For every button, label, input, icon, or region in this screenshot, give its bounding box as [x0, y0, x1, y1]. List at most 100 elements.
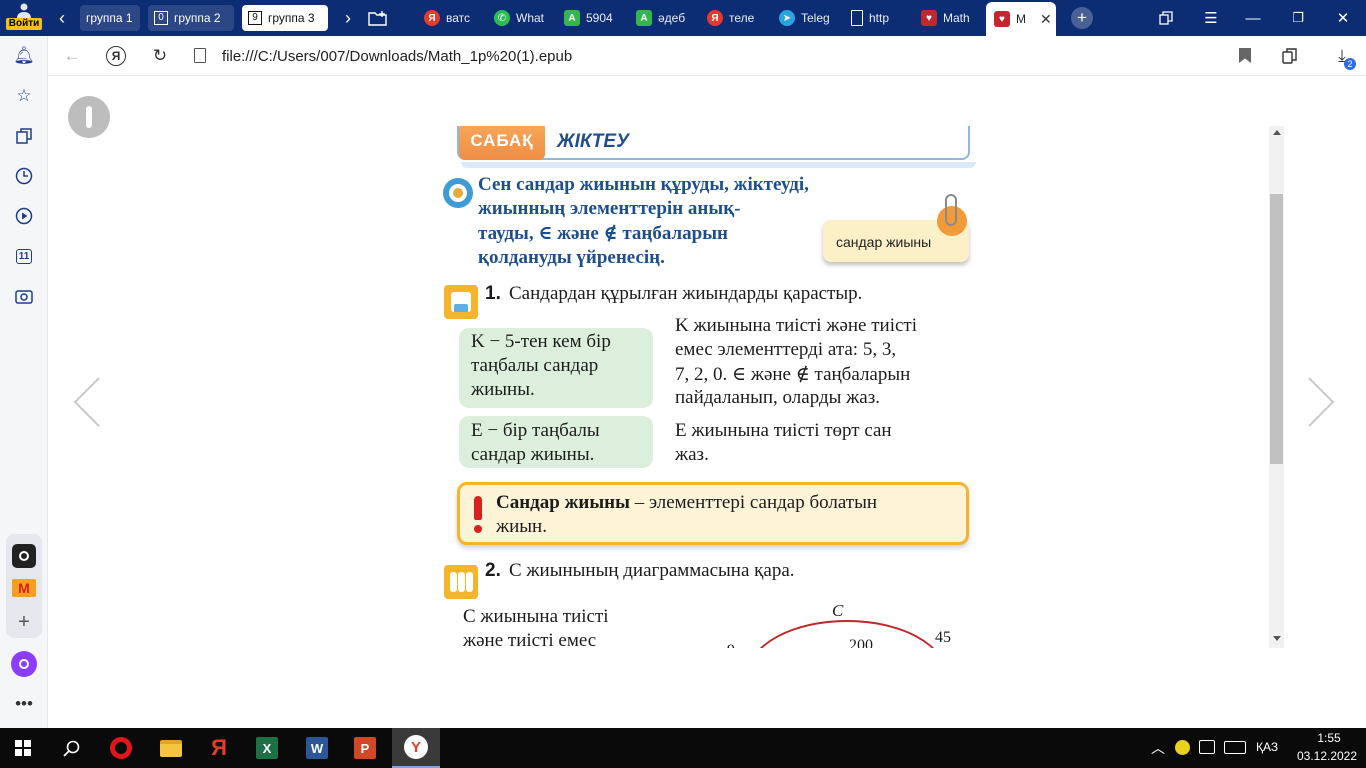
yandex-app-icon: Я	[211, 735, 227, 760]
back-button[interactable]: ←	[58, 42, 86, 70]
target-icon	[443, 178, 473, 208]
tab-5[interactable]: Ятеле	[701, 0, 771, 36]
book-page: САБАҚ ЖІКТЕУ Сен сандар жиынын құруды, ж…	[357, 126, 1017, 648]
diagram-value-9: 9	[727, 642, 735, 648]
a-icon: A	[564, 10, 580, 26]
tab-label: әдеб	[658, 11, 686, 25]
start-button[interactable]	[0, 728, 46, 768]
tabs-menu-button[interactable]	[1143, 0, 1189, 36]
objective-line-3: тауды, ∈ және ∉ таңбаларын	[478, 223, 729, 244]
powerpoint-app[interactable]: P	[342, 728, 388, 768]
word-app[interactable]: W	[294, 728, 340, 768]
excel-app[interactable]: X	[244, 728, 290, 768]
paperclip-icon	[945, 194, 957, 226]
video-play-icon[interactable]	[10, 202, 38, 230]
scroll-thumb[interactable]	[1270, 194, 1283, 464]
reader-menu-button[interactable]	[68, 96, 110, 138]
close-tab-icon[interactable]: ✕	[1040, 11, 1052, 28]
yandex-button[interactable]: Я	[102, 42, 130, 70]
definition-line-1: Сандар жиыны – элементтері сандар болаты…	[496, 492, 877, 514]
tab-label: теле	[729, 11, 755, 25]
groups-back-button[interactable]: ‹	[44, 0, 80, 36]
tabs-icon	[1159, 11, 1173, 25]
diagram-value-200: 200	[849, 637, 873, 648]
search-button[interactable]	[48, 728, 94, 768]
tab-label: 5904	[586, 11, 613, 25]
book-icon: ♥	[921, 10, 937, 26]
scroll-up-arrow[interactable]	[1273, 130, 1281, 135]
tab-group-3[interactable]: 9 группа 3	[242, 5, 328, 31]
windows-logo-icon	[15, 740, 31, 756]
reader-icon	[444, 285, 478, 319]
login-button[interactable]: Войти	[4, 2, 44, 34]
alice-app-icon[interactable]	[10, 542, 38, 570]
k-task-line-3: 7, 2, 0. ∈ және ∉ таңбаларын	[675, 364, 911, 385]
file-explorer-app[interactable]	[148, 728, 194, 768]
add-app-icon[interactable]: +	[10, 608, 38, 636]
task-2-left-line-1: C жиынына тиісті	[463, 606, 609, 627]
opera-app[interactable]	[98, 728, 144, 768]
notifications-icon[interactable]: 🔔︎	[10, 42, 38, 70]
downloads-button[interactable]: ⤓ 2	[1328, 42, 1356, 70]
tray-chevron-icon[interactable]: ︿	[1151, 738, 1165, 758]
close-window-button[interactable]: ✕	[1320, 0, 1366, 36]
screenshot-camera-icon[interactable]	[10, 282, 38, 310]
clock-date[interactable]: 03.12.2022	[1290, 749, 1364, 763]
bookmark-icon[interactable]	[1239, 48, 1251, 63]
tab-group-2[interactable]: 0 группа 2	[148, 5, 234, 31]
calendar-icon[interactable]: 11	[10, 242, 38, 270]
menu-button[interactable]: ☰	[1188, 0, 1234, 36]
collections-sidebar-icon[interactable]	[10, 122, 38, 150]
word-icon: W	[306, 737, 328, 759]
close-icon: ✕	[1336, 10, 1350, 27]
folder-add-icon	[368, 11, 387, 26]
language-indicator[interactable]: ҚАЗ	[1256, 740, 1278, 754]
tab-3[interactable]: A 5904	[558, 0, 628, 36]
address-field[interactable]: file:///C:/Users/007/Downloads/Math_1p%2…	[222, 48, 572, 65]
tab-label: Math	[943, 11, 970, 25]
next-page-arrow[interactable]	[1306, 376, 1336, 433]
windows-taskbar: Я X W P Y ︿ ҚАЗ 1:55 03.12.2022	[0, 728, 1366, 768]
new-group-button[interactable]	[360, 0, 396, 36]
favorites-star-icon[interactable]: ☆	[10, 82, 38, 110]
collections-button[interactable]	[1276, 42, 1304, 70]
history-clock-icon[interactable]	[10, 162, 38, 190]
new-tab-button[interactable]: +	[1060, 0, 1104, 36]
minimize-button[interactable]: —	[1230, 0, 1276, 36]
yandex-logo-icon: Я	[106, 46, 126, 66]
yandex-browser-app[interactable]: Я	[196, 728, 242, 768]
previous-page-arrow[interactable]	[72, 376, 102, 433]
scroll-down-arrow[interactable]	[1273, 636, 1281, 641]
e-task-line-2: жаз.	[675, 444, 709, 465]
restore-icon: ❐	[1292, 10, 1304, 25]
group-count: 9	[248, 11, 262, 25]
tab-7[interactable]: http	[845, 0, 911, 36]
k-task-line-4: пайдаланып, оларды жаз.	[675, 387, 880, 408]
tab-1[interactable]: Яватс	[418, 0, 488, 36]
page-scrollbar[interactable]	[1269, 126, 1284, 648]
mail-icon[interactable]: M	[10, 574, 38, 602]
alice-assistant-icon[interactable]	[10, 650, 38, 678]
tray-network-icon[interactable]	[1199, 740, 1215, 754]
definition-line-2: жиын.	[496, 516, 547, 537]
tab-6[interactable]: ➤ Teleg	[773, 0, 843, 36]
clock-time[interactable]: 1:55	[1306, 731, 1352, 745]
tab-9-active[interactable]: ♥ M ✕	[986, 2, 1056, 36]
minimize-icon: —	[1245, 9, 1261, 27]
set-k-line-1: K − 5-тен кем бір	[471, 331, 611, 352]
tray-app-icon[interactable]	[1175, 740, 1190, 755]
tab-8[interactable]: ♥ Math	[915, 0, 983, 36]
tab-2[interactable]: ✆ What	[488, 0, 558, 36]
tab-group-1[interactable]: группа 1	[80, 5, 140, 31]
yandex-active-app[interactable]: Y	[392, 728, 440, 768]
set-e-line-1: E − бір таңбалы	[471, 420, 600, 441]
set-c-diagram	[747, 620, 947, 648]
tray-keyboard-icon[interactable]	[1224, 741, 1246, 754]
more-icon[interactable]: •••	[10, 690, 38, 718]
task-2-left-line-2: және тиісті емес	[463, 630, 597, 648]
restore-button[interactable]: ❐	[1275, 0, 1321, 36]
tab-label: M	[1016, 12, 1026, 26]
tab-4[interactable]: Aәдеб	[630, 0, 700, 36]
user-icon	[17, 3, 31, 18]
reload-button[interactable]: ↻	[146, 42, 174, 70]
